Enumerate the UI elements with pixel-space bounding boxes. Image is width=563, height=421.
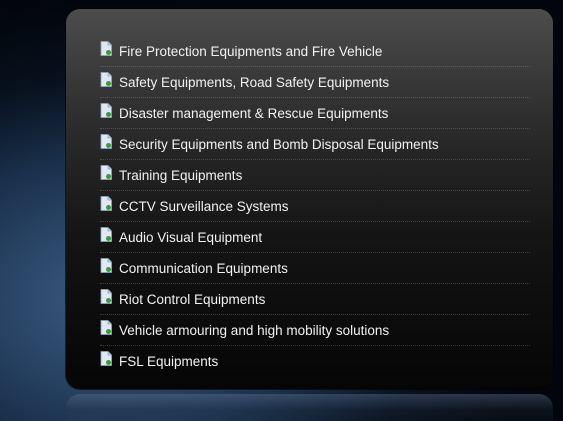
panel-reflection <box>66 394 553 421</box>
document-icon <box>100 195 112 211</box>
menu-item-label: Audio Visual Equipment <box>119 229 263 245</box>
document-icon <box>100 164 112 180</box>
category-menu: Fire Protection Equipments and Fire Vehi… <box>100 36 530 376</box>
menu-item-label: Training Equipments <box>119 167 243 183</box>
menu-item-label: Communication Equipments <box>119 260 288 276</box>
document-icon <box>100 257 112 273</box>
menu-item-audio-visual[interactable]: Audio Visual Equipment <box>100 222 530 253</box>
menu-item-fire-protection[interactable]: Fire Protection Equipments and Fire Vehi… <box>100 36 530 67</box>
menu-panel: Fire Protection Equipments and Fire Vehi… <box>66 9 553 389</box>
menu-item-label: Disaster management & Rescue Equipments <box>119 105 389 121</box>
menu-item-label: Vehicle armouring and high mobility solu… <box>119 322 390 338</box>
document-icon <box>100 71 112 87</box>
menu-item-vehicle-armouring[interactable]: Vehicle armouring and high mobility solu… <box>100 315 530 346</box>
menu-item-label: Safety Equipments, Road Safety Equipment… <box>119 74 390 90</box>
menu-item-training[interactable]: Training Equipments <box>100 160 530 191</box>
menu-item-label: CCTV Surveillance Systems <box>119 198 289 214</box>
document-icon <box>100 226 112 242</box>
menu-item-security[interactable]: Security Equipments and Bomb Disposal Eq… <box>100 129 530 160</box>
menu-item-label: Security Equipments and Bomb Disposal Eq… <box>119 136 439 152</box>
menu-item-label: Fire Protection Equipments and Fire Vehi… <box>119 43 383 59</box>
menu-item-communication[interactable]: Communication Equipments <box>100 253 530 284</box>
document-icon <box>100 40 112 56</box>
document-icon <box>100 288 112 304</box>
document-icon <box>100 319 112 335</box>
menu-item-riot-control[interactable]: Riot Control Equipments <box>100 284 530 315</box>
menu-item-cctv[interactable]: CCTV Surveillance Systems <box>100 191 530 222</box>
menu-item-fsl[interactable]: FSL Equipments <box>100 346 530 376</box>
menu-item-label: Riot Control Equipments <box>119 291 266 307</box>
menu-item-safety[interactable]: Safety Equipments, Road Safety Equipment… <box>100 67 530 98</box>
document-icon <box>100 133 112 149</box>
menu-item-disaster-management[interactable]: Disaster management & Rescue Equipments <box>100 98 530 129</box>
document-icon <box>100 350 112 366</box>
document-icon <box>100 102 112 118</box>
menu-item-label: FSL Equipments <box>119 353 219 369</box>
